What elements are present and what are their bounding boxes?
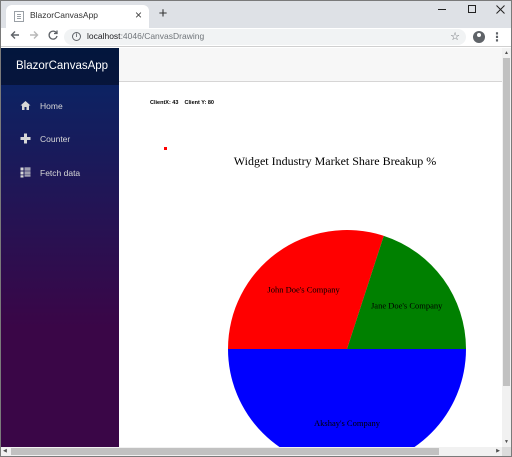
url-text: localhost:4046/CanvasDrawing <box>87 31 204 41</box>
vertical-scrollbar[interactable]: ▲ ▼ <box>502 48 511 447</box>
forward-button[interactable] <box>27 29 41 43</box>
close-icon <box>495 5 505 14</box>
maximize-icon <box>468 5 476 14</box>
bookmark-star-icon[interactable]: ☆ <box>450 29 460 45</box>
url-host: localhost <box>87 31 121 41</box>
pie-chart-canvas[interactable]: Widget Industry Market Share Breakup % J… <box>119 82 502 447</box>
profile-icon[interactable] <box>473 31 485 43</box>
sidebar-item-fetch-data[interactable]: Fetch data <box>1 162 119 184</box>
reload-button[interactable] <box>46 29 60 43</box>
sidebar-item-counter[interactable]: Counter <box>1 128 119 150</box>
tab-title: BlazorCanvasApp <box>30 10 99 20</box>
close-window-button[interactable] <box>483 1 511 21</box>
list-icon <box>20 167 31 178</box>
tab-close-icon[interactable]: × <box>135 8 142 22</box>
scroll-down-icon[interactable]: ▼ <box>504 439 509 445</box>
sidebar-item-home[interactable]: Home <box>1 95 119 117</box>
scroll-left-icon[interactable]: ◀ <box>3 448 7 454</box>
sidebar-item-label: Fetch data <box>40 168 81 178</box>
pie-slice-2 <box>228 349 466 447</box>
reload-icon <box>48 30 58 40</box>
vertical-scroll-thumb[interactable] <box>503 58 510 386</box>
horizontal-scrollbar[interactable]: ◀ ▶ <box>1 447 502 456</box>
new-tab-button[interactable]: + <box>155 5 171 23</box>
info-icon[interactable]: i <box>72 32 81 41</box>
slice-label-1: Jane Doe's Company <box>371 301 443 311</box>
slice-label-0: John Doe's Company <box>267 284 340 294</box>
scrollbar-corner <box>502 447 511 456</box>
browser-toolbar: i localhost:4046/CanvasDrawing ☆ ⋮ <box>1 28 511 47</box>
scroll-right-icon[interactable]: ▶ <box>496 448 500 454</box>
arrow-right-icon <box>30 31 39 39</box>
tab-strip: BlazorCanvasApp × + <box>1 1 511 28</box>
brand-bar: BlazorCanvasApp <box>1 48 119 85</box>
page-favicon-icon <box>14 11 24 22</box>
sidebar: BlazorCanvasApp Home Counter Fetch data <box>1 48 119 447</box>
chart-title: Widget Industry Market Share Breakup % <box>234 154 436 168</box>
home-icon <box>20 101 31 110</box>
minimize-icon <box>438 8 446 10</box>
minimize-button[interactable] <box>425 1 459 21</box>
sidebar-item-label: Counter <box>40 134 71 144</box>
menu-icon[interactable]: ⋮ <box>491 30 503 44</box>
horizontal-scroll-thumb[interactable] <box>11 448 439 455</box>
sidebar-item-label: Home <box>40 101 63 111</box>
browser-tab[interactable]: BlazorCanvasApp × <box>6 5 149 28</box>
back-button[interactable] <box>8 29 22 43</box>
slice-label-2: Akshay's Company <box>314 418 381 428</box>
address-bar[interactable]: i localhost:4046/CanvasDrawing ☆ <box>64 29 466 45</box>
url-path: :4046/CanvasDrawing <box>120 31 205 41</box>
brand-title[interactable]: BlazorCanvasApp <box>16 60 108 72</box>
scroll-up-icon[interactable]: ▲ <box>504 50 509 56</box>
top-row <box>119 48 502 82</box>
plus-icon <box>20 133 31 144</box>
arrow-left-icon <box>10 31 19 39</box>
browser-window: BlazorCanvasApp × + i localhost:4046/Can… <box>0 0 512 457</box>
main-content: ClientX: 43 Client Y: 80 Widget Industry… <box>119 48 502 447</box>
